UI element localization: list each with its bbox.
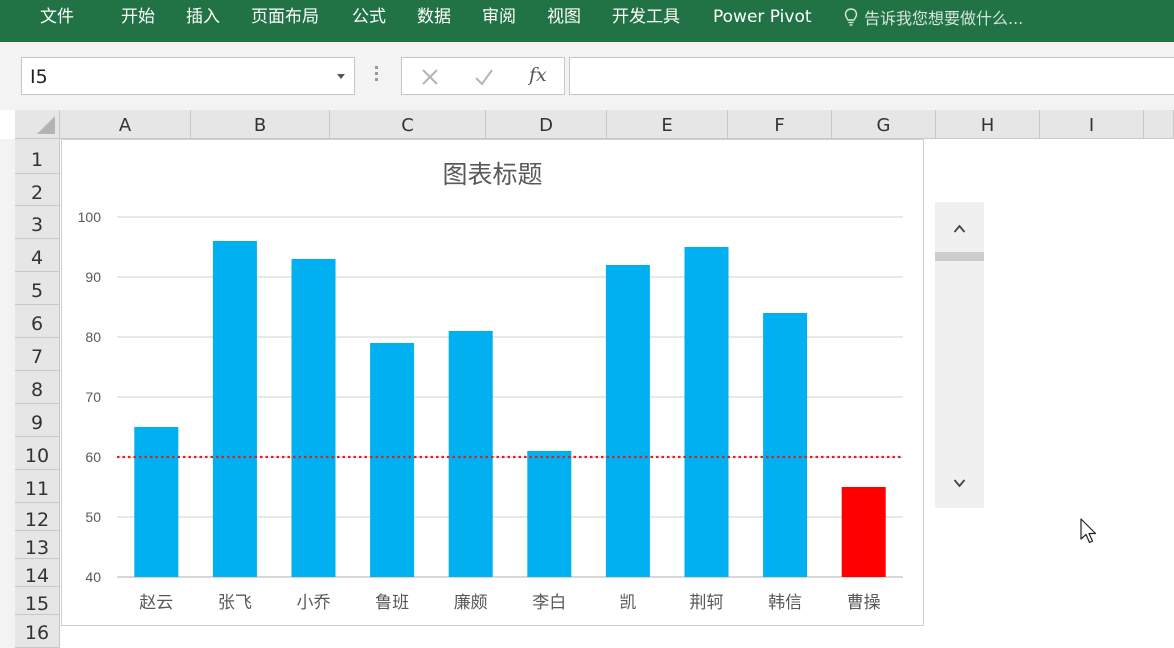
x-category-label: 曹操 <box>847 593 881 613</box>
row-header-10[interactable]: 10 <box>15 437 60 470</box>
bar <box>841 487 886 577</box>
tab-data[interactable]: 数据 <box>417 0 451 34</box>
tell-me-text: 告诉我您想要做什么... <box>864 9 1024 28</box>
row-header-15[interactable]: 15 <box>15 587 60 615</box>
tab-formulas[interactable]: 公式 <box>352 0 386 34</box>
insert-function-button[interactable]: fx <box>529 64 547 86</box>
tab-developer[interactable]: 开发工具 <box>612 0 680 34</box>
column-header-e[interactable]: E <box>607 110 728 139</box>
y-tick-label: 100 <box>78 209 102 225</box>
chevron-up-icon[interactable] <box>935 202 984 252</box>
row-header-12[interactable]: 12 <box>15 503 60 531</box>
tab-insert[interactable]: 插入 <box>186 0 220 34</box>
chart-plot: 40 50 60 70 80 90 100 赵云 张飞 小乔 鲁班 廉颇 李白 凯 荆轲 韩信 曹操 <box>78 209 903 613</box>
column-header-b[interactable]: B <box>191 110 330 139</box>
column-header-a[interactable]: A <box>60 110 191 139</box>
tab-home[interactable]: 开始 <box>121 0 155 34</box>
column-header-d[interactable]: D <box>486 110 607 139</box>
tab-page-layout[interactable]: 页面布局 <box>251 0 319 34</box>
row-header-13[interactable]: 13 <box>15 531 60 559</box>
row-header-8[interactable]: 8 <box>15 371 60 404</box>
x-category-label: 鲁班 <box>375 593 409 613</box>
x-category-label: 张飞 <box>218 593 252 613</box>
bar <box>448 331 493 577</box>
lightbulb-icon <box>844 8 858 26</box>
tab-view[interactable]: 视图 <box>547 0 581 34</box>
row-header-4[interactable]: 4 <box>15 239 60 272</box>
bar <box>134 427 179 577</box>
bar <box>370 343 415 577</box>
tab-file[interactable]: 文件 <box>40 0 74 34</box>
scrollbar-control[interactable] <box>935 202 984 508</box>
row-header-7[interactable]: 7 <box>15 338 60 371</box>
row-header-6[interactable]: 6 <box>15 305 60 338</box>
row-header-3[interactable]: 3 <box>15 206 60 239</box>
y-tick-label: 50 <box>85 509 101 525</box>
scrollbar-thumb[interactable] <box>935 252 984 261</box>
formula-buttons: fx <box>401 57 565 95</box>
chevron-down-icon[interactable] <box>935 458 984 508</box>
bar <box>212 241 257 577</box>
row-gutter <box>0 139 15 648</box>
column-header-f[interactable]: F <box>728 110 832 139</box>
y-tick-label: 40 <box>85 569 101 585</box>
cancel-icon[interactable] <box>419 66 441 88</box>
y-tick-label: 90 <box>85 269 101 285</box>
bar-chart[interactable]: 图表标题 40 50 60 70 80 90 100 赵云 张飞 小乔 鲁班 廉颇 李白凯荆轲 韩信 曹操 <box>61 139 924 626</box>
formula-input[interactable] <box>569 57 1174 95</box>
column-header-h[interactable]: H <box>936 110 1040 139</box>
tab-power-pivot[interactable]: Power Pivot <box>713 0 812 34</box>
mouse-pointer-icon <box>1080 518 1097 544</box>
name-box-dropdown-icon[interactable] <box>337 74 345 79</box>
row-header-11[interactable]: 11 <box>15 470 60 503</box>
x-category-label: 赵云 <box>139 593 173 613</box>
tell-me-search[interactable]: 告诉我您想要做什么... <box>843 0 1023 34</box>
column-header-g[interactable]: G <box>832 110 936 139</box>
select-all-button[interactable] <box>15 110 60 139</box>
x-category-label: 小乔 <box>297 593 331 613</box>
x-category-label: 荆轲 <box>690 593 724 613</box>
x-category-label: 李白 <box>532 593 566 613</box>
bar <box>763 313 808 577</box>
row-header-14[interactable]: 14 <box>15 559 60 587</box>
x-category-label: 韩信 <box>768 593 802 613</box>
row-header-16[interactable]: 16 <box>15 615 60 648</box>
column-header-i[interactable]: I <box>1040 110 1144 139</box>
bar <box>291 259 336 577</box>
y-tick-label: 80 <box>85 329 101 345</box>
x-category-label: 廉颇 <box>454 593 488 613</box>
row-header-1[interactable]: 1 <box>15 139 60 174</box>
column-header-c[interactable]: C <box>330 110 486 139</box>
y-tick-label: 60 <box>85 449 101 465</box>
column-header-next[interactable] <box>1144 110 1174 139</box>
excel-window: 文件 开始 插入 页面布局 公式 数据 审阅 视图 开发工具 Power Piv… <box>0 0 1174 648</box>
name-box-value: I5 <box>30 66 48 88</box>
y-tick-label: 70 <box>85 389 101 405</box>
ribbon: 文件 开始 插入 页面布局 公式 数据 审阅 视图 开发工具 Power Piv… <box>0 0 1174 42</box>
enter-check-icon[interactable] <box>473 66 495 88</box>
row-header-2[interactable]: 2 <box>15 174 60 206</box>
formula-bar-area: I5 fx <box>0 42 1174 110</box>
tab-review[interactable]: 审阅 <box>482 0 516 34</box>
bar <box>527 451 572 577</box>
row-header-9[interactable]: 9 <box>15 404 60 437</box>
x-category-label: 凯 <box>619 593 636 613</box>
bar <box>605 265 650 577</box>
name-box[interactable]: I5 <box>21 57 355 95</box>
splitter-handle[interactable] <box>375 66 378 84</box>
row-header-5[interactable]: 5 <box>15 272 60 305</box>
bar <box>684 247 729 577</box>
